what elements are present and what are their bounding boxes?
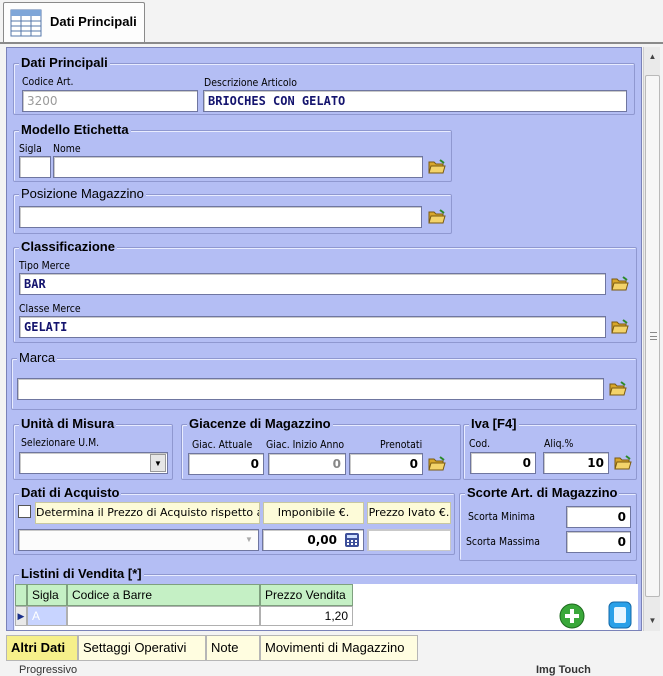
determina-label: Determina il Prezzo di Acquisto rispetto… [35,502,260,524]
determina-combo[interactable] [18,529,259,551]
group-title: Modello Etichetta [19,122,131,137]
open-folder-icon[interactable] [614,455,632,471]
open-folder-icon[interactable] [428,456,446,472]
open-folder-icon[interactable] [611,276,629,292]
group-dati-acquisto: Dati di Acquisto Determina il Prezzo di … [13,486,455,555]
sigla-field[interactable] [19,156,51,178]
giac-inizio-field[interactable]: 0 [268,453,346,475]
iva-aliq-field[interactable]: 10 [543,452,609,474]
img-touch-label-cut: Img Touch [536,664,591,676]
chevron-down-icon[interactable]: ▼ [241,531,257,549]
group-scorte: Scorte Art. di Magazzino Scorta Minima 0… [459,486,637,561]
tab-movimenti-magazzino[interactable]: Movimenti di Magazzino [260,635,418,661]
edit-icon[interactable] [608,601,632,629]
group-title: Marca [17,350,58,365]
vertical-scrollbar[interactable]: ▲ ▼ [643,47,660,631]
table-icon [10,9,42,37]
col-header-codice[interactable]: Codice a Barre [67,584,260,606]
prezzo-ivato-label: Prezzo Ivato €. [367,502,451,524]
codice-field[interactable]: 3200 [22,90,198,112]
sigla-label: Sigla [19,142,42,155]
group-title: Dati Principali [19,55,110,70]
scorta-massima-field[interactable]: 0 [566,531,631,553]
codice-label: Codice Art. [22,75,74,88]
tab-altri-dati[interactable]: Altri Dati [6,635,78,661]
group-giacenze: Giacenze di Magazzino Giac. Attuale Giac… [181,417,461,480]
calculator-icon[interactable] [344,532,360,548]
group-title: Classificazione [19,239,117,254]
row-selector-icon[interactable]: ▶ [15,606,27,626]
group-title: Giacenze di Magazzino [187,416,333,431]
iva-cod-field[interactable]: 0 [470,452,536,474]
imponibile-label: Imponibile €. [263,502,364,524]
determina-checkbox[interactable] [18,505,31,518]
cell-codice[interactable] [67,606,260,626]
prenotati-field[interactable]: 0 [349,453,423,475]
group-modello-etichetta: Modello Etichetta Sigla Nome [13,123,452,182]
scorta-minima-label: Scorta Minima [468,510,536,523]
descrizione-label: Descrizione Articolo [204,76,297,89]
prenotati-label: Prenotati [380,438,423,451]
prezzo-ivato-field[interactable] [367,529,451,551]
group-listini: Listini di Vendita [*] ▶ Sigla Codice a … [13,567,638,630]
classe-merce-label: Classe Merce [19,302,81,315]
tab-settaggi-operativi[interactable]: Settaggi Operativi [78,635,206,661]
descrizione-field[interactable]: BRIOCHES CON GELATO [203,90,627,112]
tab-note[interactable]: Note [206,635,260,661]
col-header-sigla[interactable]: Sigla [27,584,67,606]
group-unita-misura: Unità di Misura Selezionare U.M. ▼ [13,417,173,480]
tipo-merce-field[interactable]: BAR [19,273,606,295]
giac-attuale-field[interactable]: 0 [188,453,264,475]
group-posizione-magazzino: Posizione Magazzino [13,187,452,234]
iva-aliq-label: Aliq.% [544,437,574,450]
um-label: Selezionare U.M. [21,436,100,449]
group-title: Unità di Misura [19,416,117,431]
progressivo-label-cut: Progressivo [19,664,78,676]
cell-prezzo[interactable]: 1,20 [260,606,353,626]
open-folder-icon[interactable] [428,159,446,175]
scroll-thumb[interactable] [645,75,660,597]
group-marca: Marca [11,351,637,410]
open-folder-icon[interactable] [609,381,627,397]
col-header-prezzo[interactable]: Prezzo Vendita [260,584,353,606]
group-classificazione: Classificazione Tipo Merce BAR Classe Me… [13,240,637,343]
tab-divider [0,42,663,44]
scroll-down-icon[interactable]: ▼ [644,613,661,629]
tab-dati-principali[interactable]: Dati Principali [3,2,145,42]
cell-sigla[interactable]: A [27,606,67,626]
group-iva: Iva [F4] Cod. Aliq.% 0 10 [463,417,637,480]
iva-cod-label: Cod. [469,437,491,450]
chevron-down-icon[interactable]: ▼ [150,454,166,472]
nome-field[interactable] [53,156,423,178]
posizione-field[interactable] [19,206,422,228]
grip-icon [650,332,657,340]
classe-merce-field[interactable]: GELATI [19,316,606,338]
scorta-massima-label: Scorta Massima [466,535,540,548]
um-select[interactable] [19,452,168,474]
nome-label: Nome [53,142,81,155]
group-title: Iva [F4] [469,416,519,431]
scroll-up-icon[interactable]: ▲ [644,49,661,65]
group-title: Listini di Vendita [*] [19,566,144,581]
giac-inizio-label: Giac. Inizio Anno [266,438,345,451]
group-title: Scorte Art. di Magazzino [465,485,620,500]
tab-label: Dati Principali [50,14,137,29]
giac-attuale-label: Giac. Attuale [192,438,253,451]
group-title: Dati di Acquisto [19,485,122,500]
group-title: Posizione Magazzino [19,186,146,201]
marca-field[interactable] [17,378,604,400]
main-panel: Dati Principali Codice Art. 3200 Descriz… [6,47,642,631]
add-icon[interactable] [559,603,585,629]
scorta-minima-field[interactable]: 0 [566,506,631,528]
open-folder-icon[interactable] [428,209,446,225]
row-header-corner [15,584,27,606]
tipo-merce-label: Tipo Merce [19,259,71,272]
group-dati-principali: Dati Principali Codice Art. 3200 Descriz… [13,56,635,115]
open-folder-icon[interactable] [611,319,629,335]
